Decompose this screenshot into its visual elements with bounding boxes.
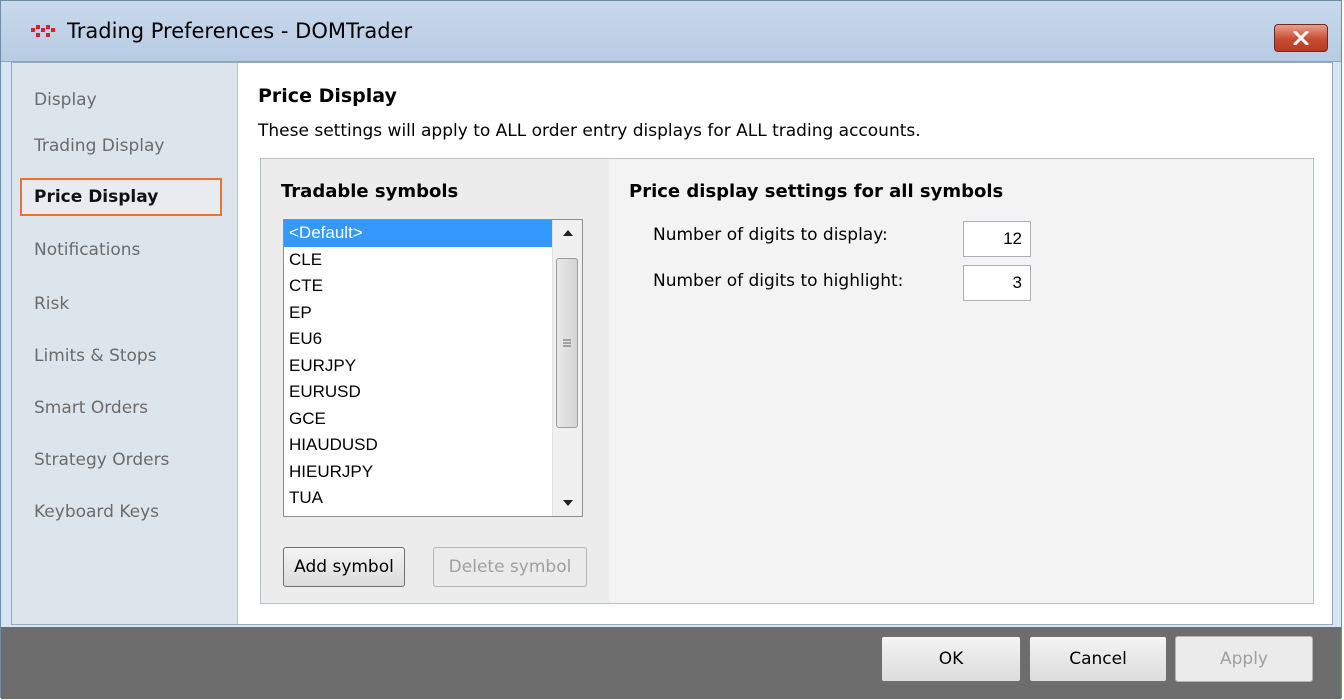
- sidebar-item-trading-display[interactable]: Trading Display: [20, 127, 222, 165]
- add-symbol-button[interactable]: Add symbol: [283, 547, 405, 587]
- delete-symbol-button[interactable]: Delete symbol: [433, 547, 587, 587]
- arrow-up-icon: [562, 230, 573, 236]
- cancel-button[interactable]: Cancel: [1029, 636, 1167, 682]
- sidebar-item-smart-orders[interactable]: Smart Orders: [20, 389, 222, 427]
- close-icon: [1293, 31, 1309, 45]
- sidebar-item-notifications[interactable]: Notifications: [20, 231, 222, 269]
- sidebar-item-keyboard-keys[interactable]: Keyboard Keys: [20, 493, 222, 531]
- settings-panel: Tradable symbols <Default> CLE CTE EP EU…: [260, 158, 1314, 604]
- dialog-window: Trading Preferences - DOMTrader Display …: [0, 0, 1342, 699]
- sidebar-item-price-display[interactable]: Price Display: [20, 178, 222, 216]
- grip-icon: [563, 339, 571, 347]
- symbols-listbox[interactable]: <Default> CLE CTE EP EU6 EURJPY EURUSD G…: [283, 219, 583, 517]
- app-logo-icon: [31, 25, 55, 37]
- dialog-content: Display Trading Display Price Display No…: [11, 62, 1333, 625]
- symbol-list-item[interactable]: CLE: [284, 247, 552, 274]
- symbols-section: Tradable symbols <Default> CLE CTE EP EU…: [261, 159, 609, 603]
- window-title: Trading Preferences - DOMTrader: [67, 19, 413, 43]
- arrow-down-icon: [562, 500, 573, 506]
- symbol-list-item[interactable]: CTE: [284, 273, 552, 300]
- digits-display-label: Number of digits to display:: [653, 225, 888, 245]
- symbol-list-item[interactable]: HIAUDUSD: [284, 432, 552, 459]
- scroll-down-button[interactable]: [553, 490, 582, 516]
- digits-highlight-label: Number of digits to highlight:: [653, 271, 904, 291]
- dialog-footer: OK Cancel Apply: [1, 627, 1341, 699]
- symbol-list-item[interactable]: HIEURJPY: [284, 459, 552, 486]
- digits-display-input[interactable]: 12: [963, 221, 1031, 257]
- symbol-list-item[interactable]: TUA: [284, 485, 552, 512]
- sidebar-item-display[interactable]: Display: [20, 81, 222, 119]
- symbol-list-item[interactable]: EURUSD: [284, 379, 552, 406]
- sidebar: Display Trading Display Price Display No…: [12, 63, 238, 624]
- title-bar: Trading Preferences - DOMTrader: [1, 1, 1341, 62]
- close-button[interactable]: [1274, 24, 1328, 52]
- symbols-heading: Tradable symbols: [281, 181, 459, 202]
- symbol-list-item[interactable]: GCE: [284, 406, 552, 433]
- page-title: Price Display: [258, 85, 397, 107]
- symbols-scrollbar[interactable]: [552, 220, 582, 516]
- sidebar-item-risk[interactable]: Risk: [20, 285, 222, 323]
- scroll-thumb[interactable]: [556, 258, 578, 428]
- digits-highlight-input[interactable]: 3: [963, 265, 1031, 301]
- apply-button[interactable]: Apply: [1175, 636, 1313, 682]
- scroll-up-button[interactable]: [553, 220, 582, 246]
- symbol-list-item[interactable]: EP: [284, 300, 552, 327]
- symbol-list-item[interactable]: EURJPY: [284, 353, 552, 380]
- sidebar-item-strategy-orders[interactable]: Strategy Orders: [20, 441, 222, 479]
- symbol-list-item[interactable]: EU6: [284, 326, 552, 353]
- symbol-list-item[interactable]: <Default>: [284, 220, 552, 247]
- page-description: These settings will apply to ALL order e…: [258, 121, 921, 141]
- sidebar-item-limits-stops[interactable]: Limits & Stops: [20, 337, 222, 375]
- ok-button[interactable]: OK: [881, 636, 1021, 682]
- settings-heading: Price display settings for all symbols: [629, 181, 1004, 202]
